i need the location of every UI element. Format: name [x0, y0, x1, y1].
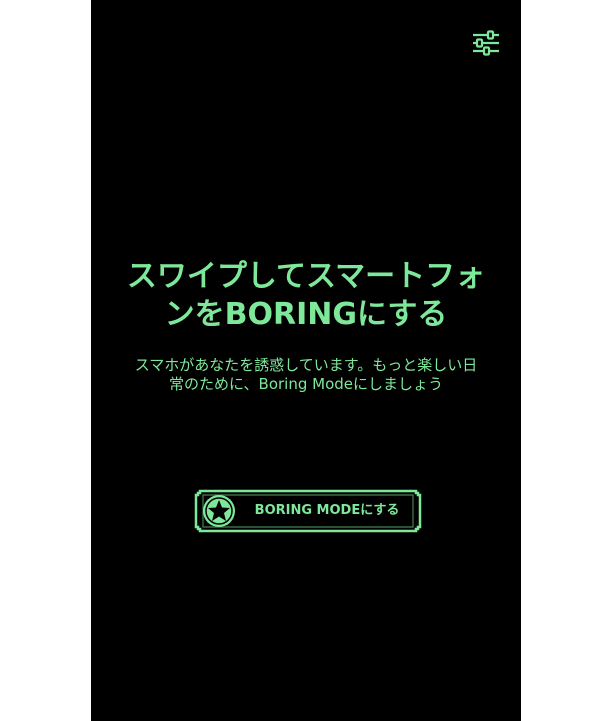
- page: スワイプしてスマートフォンをBORINGにする スマホがあなたを誘惑しています。…: [0, 0, 615, 721]
- page-description: スマホがあなたを誘惑しています。もっと楽しい日常のために、Boring Mode…: [134, 356, 478, 393]
- settings-button[interactable]: [471, 28, 501, 58]
- hero-section: スワイプしてスマートフォンをBORINGにする スマホがあなたを誘惑しています。…: [91, 258, 521, 394]
- star-icon: [203, 495, 235, 527]
- boring-mode-button[interactable]: BORING MODEにする: [194, 489, 422, 533]
- page-title: スワイプしてスマートフォンをBORINGにする: [126, 259, 486, 332]
- sliders-icon: [473, 30, 499, 56]
- boring-mode-button-label: BORING MODEにする: [254, 503, 400, 518]
- app-screen: スワイプしてスマートフォンをBORINGにする スマホがあなたを誘惑しています。…: [91, 0, 521, 721]
